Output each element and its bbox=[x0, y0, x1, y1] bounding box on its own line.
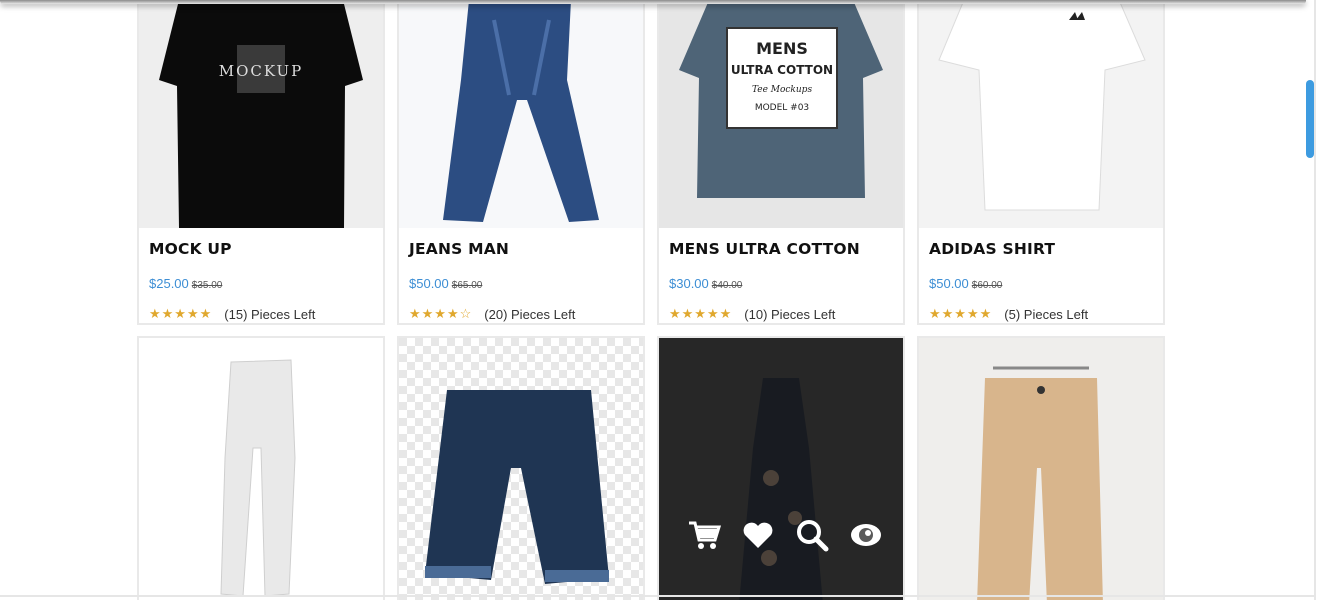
search-icon[interactable] bbox=[795, 518, 829, 552]
product-image[interactable] bbox=[139, 338, 383, 600]
product-card[interactable]: MENS ULTRA COTTON Tee Mockups MODEL #03 … bbox=[657, 0, 905, 325]
product-title[interactable]: ADIDAS SHIRT bbox=[929, 240, 1055, 258]
stock-count: (15) Pieces Left bbox=[224, 306, 316, 322]
heart-icon[interactable] bbox=[741, 518, 775, 552]
product-title[interactable]: JEANS MAN bbox=[409, 240, 509, 258]
current-price: $50.00 bbox=[929, 276, 969, 291]
product-image[interactable] bbox=[919, 338, 1163, 600]
product-card[interactable]: MOCKUP MOCK UP $25.00 $35.00 ★★★★★ (15) P… bbox=[137, 0, 385, 325]
star-rating: ★★★★★ bbox=[669, 306, 733, 321]
rating-row: ★★★★★ (10) Pieces Left bbox=[669, 306, 835, 322]
product-image[interactable] bbox=[659, 338, 903, 600]
cart-icon[interactable] bbox=[687, 518, 722, 552]
window-edge bbox=[1314, 0, 1316, 600]
beige-pants-image bbox=[919, 338, 1163, 600]
stock-count: (20) Pieces Left bbox=[484, 306, 576, 322]
stock-count: (5) Pieces Left bbox=[1004, 306, 1089, 322]
denim-shorts-image bbox=[399, 338, 643, 600]
product-title[interactable]: MOCK UP bbox=[149, 240, 232, 258]
product-image[interactable] bbox=[399, 0, 643, 228]
old-price: $65.00 bbox=[451, 280, 483, 291]
quick-actions bbox=[687, 518, 883, 552]
tee-print-model: MODEL #03 bbox=[755, 103, 809, 113]
product-price: $25.00 $35.00 bbox=[149, 276, 222, 291]
old-price: $60.00 bbox=[971, 280, 1003, 291]
product-card[interactable]: JEANS MAN $50.00 $65.00 ★★★★☆ (20) Pieces… bbox=[397, 0, 645, 325]
product-card[interactable]: ADIDAS SHIRT $50.00 $60.00 ★★★★★ (5) Piec… bbox=[917, 0, 1165, 325]
rating-row: ★★★★★ (5) Pieces Left bbox=[929, 306, 1088, 322]
product-title[interactable]: MENS ULTRA COTTON bbox=[669, 240, 860, 258]
hover-overlay bbox=[659, 338, 903, 600]
old-price: $40.00 bbox=[711, 280, 743, 291]
product-card[interactable] bbox=[137, 336, 385, 600]
product-image[interactable] bbox=[919, 0, 1163, 228]
white-shirt-image bbox=[919, 0, 1163, 228]
stock-count: (10) Pieces Left bbox=[744, 306, 836, 322]
current-price: $50.00 bbox=[409, 276, 449, 291]
top-bar-shadow bbox=[0, 0, 1306, 4]
product-image[interactable] bbox=[399, 338, 643, 600]
black-tshirt-image: MOCKUP bbox=[139, 0, 383, 228]
product-card[interactable] bbox=[397, 336, 645, 600]
eye-icon[interactable] bbox=[849, 518, 883, 552]
product-image[interactable]: MOCKUP bbox=[139, 0, 383, 228]
window-edge-bottom bbox=[0, 595, 1316, 597]
product-price: $50.00 $60.00 bbox=[929, 276, 1002, 291]
tee-print-mens: MENS bbox=[756, 39, 808, 58]
tee-print-ultra: ULTRA COTTON bbox=[731, 63, 833, 77]
star-rating: ★★★★★ bbox=[929, 306, 993, 321]
grey-tshirt-image: MENS ULTRA COTTON Tee Mockups MODEL #03 bbox=[659, 0, 903, 228]
old-price: $35.00 bbox=[191, 280, 223, 291]
product-price: $50.00 $65.00 bbox=[409, 276, 482, 291]
rating-row: ★★★★☆ (20) Pieces Left bbox=[409, 306, 575, 322]
current-price: $25.00 bbox=[149, 276, 189, 291]
product-image[interactable]: MENS ULTRA COTTON Tee Mockups MODEL #03 bbox=[659, 0, 903, 228]
current-price: $30.00 bbox=[669, 276, 709, 291]
jeans-image bbox=[399, 0, 643, 228]
white-pants-image bbox=[139, 338, 383, 600]
tee-print-mockups: Tee Mockups bbox=[752, 85, 813, 95]
mockup-print-text: MOCKUP bbox=[219, 62, 304, 80]
product-grid: MOCKUP MOCK UP $25.00 $35.00 ★★★★★ (15) P… bbox=[137, 0, 1167, 600]
product-price: $30.00 $40.00 bbox=[669, 276, 742, 291]
product-card[interactable] bbox=[917, 336, 1165, 600]
scrollbar-thumb[interactable] bbox=[1306, 80, 1314, 158]
star-rating: ★★★★☆ bbox=[409, 306, 473, 321]
star-rating: ★★★★★ bbox=[149, 306, 213, 321]
rating-row: ★★★★★ (15) Pieces Left bbox=[149, 306, 315, 322]
product-card[interactable] bbox=[657, 336, 905, 600]
